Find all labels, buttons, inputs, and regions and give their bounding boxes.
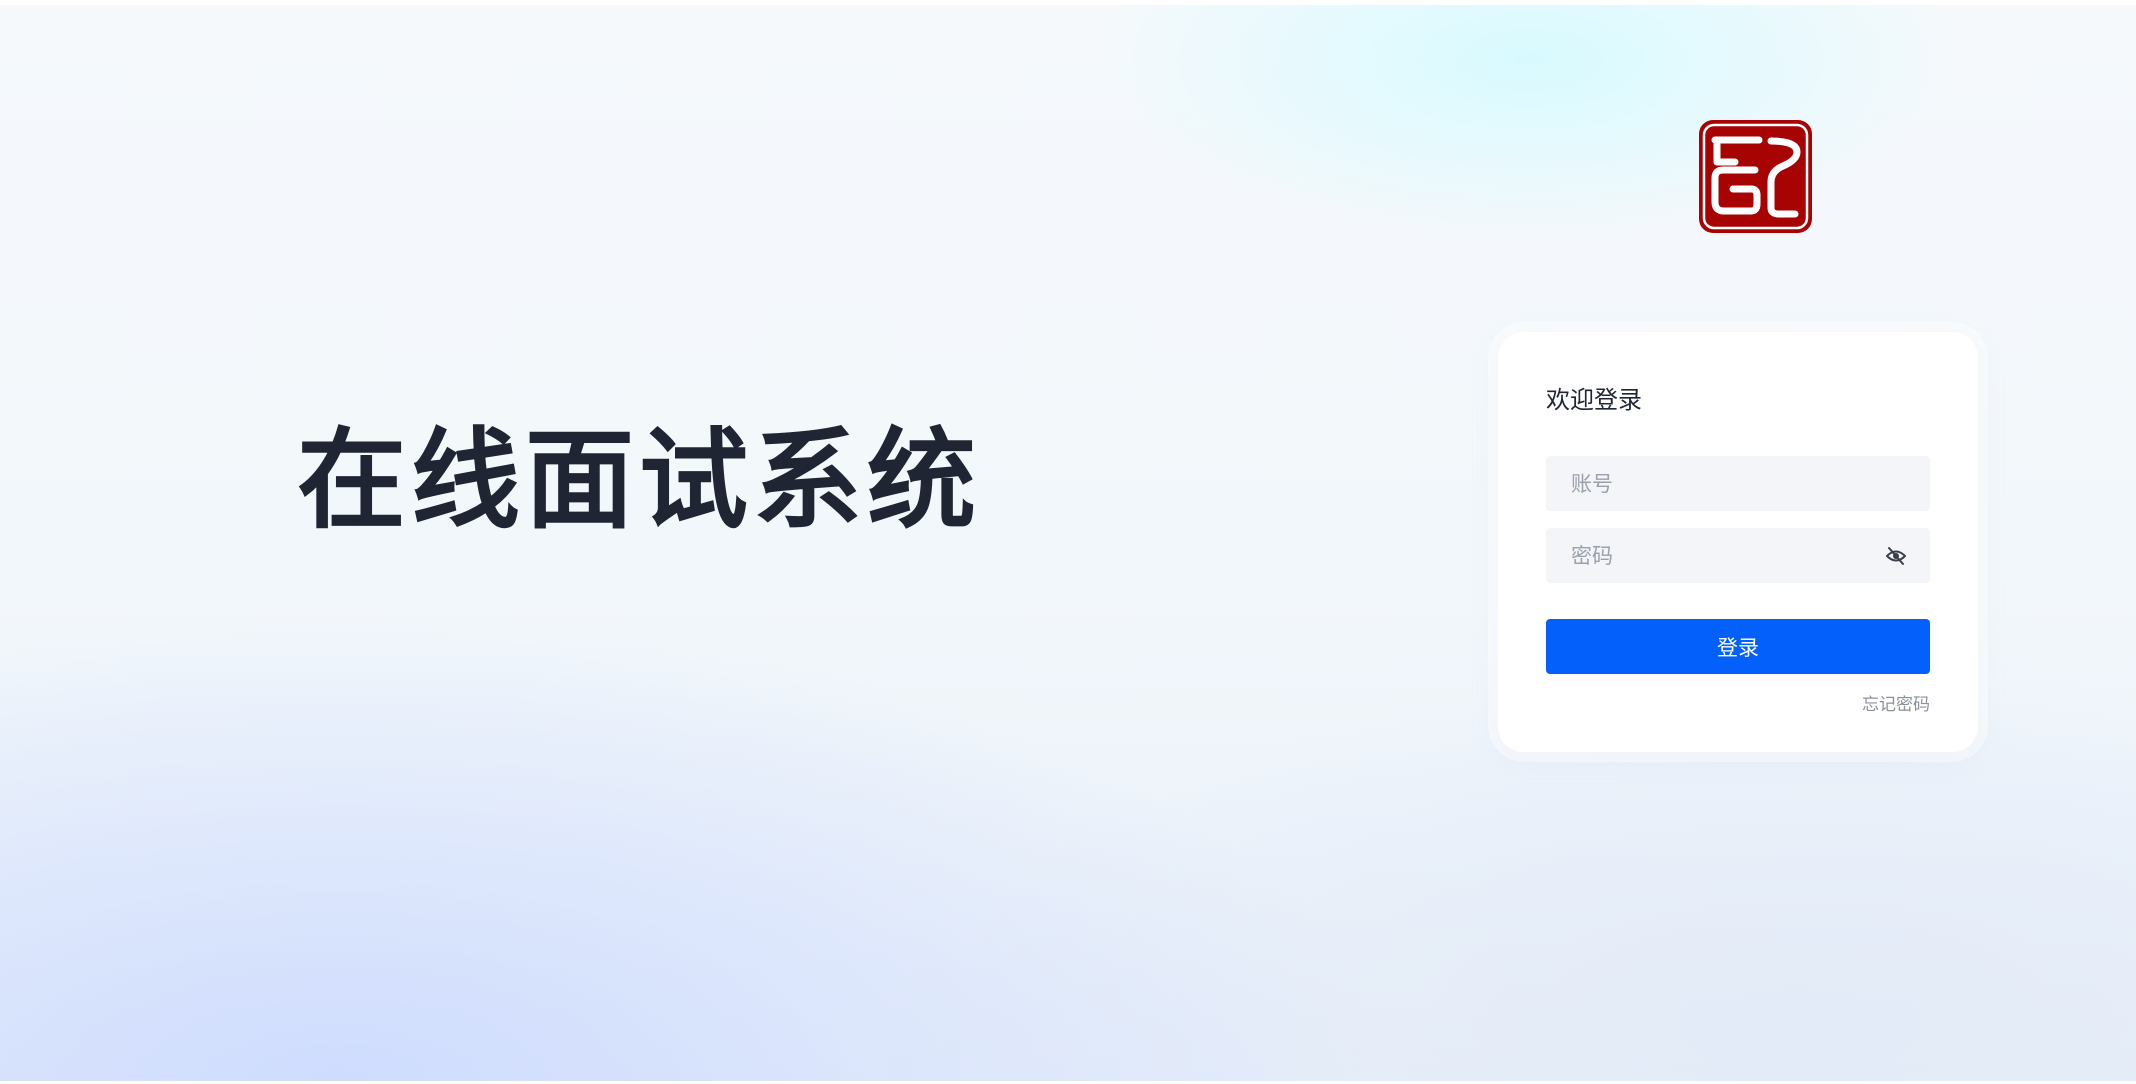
forgot-password-link[interactable]: 忘记密码 (1862, 694, 1930, 716)
login-page: 在线面试系统 欢迎登录 账号 登录 忘记密码 (0, 5, 2136, 1081)
login-title: 欢迎登录 (1546, 386, 1642, 414)
page-title: 在线面试系统 (297, 417, 981, 544)
login-button[interactable]: 登录 (1546, 619, 1930, 674)
password-input[interactable] (1546, 528, 1930, 583)
account-input[interactable] (1546, 456, 1930, 511)
eye-slash-icon-graphic (1886, 547, 1906, 565)
login-card: 欢迎登录 登录 忘记密码 (1498, 332, 1978, 752)
seal-logo (1697, 118, 1814, 235)
eye-slash-icon[interactable] (1884, 544, 1908, 568)
account-field (1546, 456, 1930, 511)
password-field (1546, 528, 1930, 583)
seal-logo-graphic (1699, 120, 1812, 233)
